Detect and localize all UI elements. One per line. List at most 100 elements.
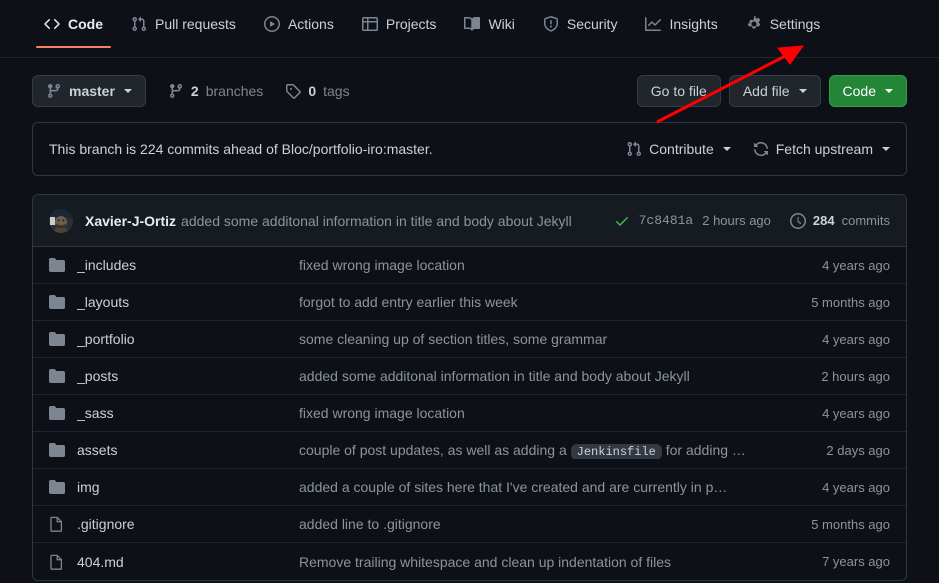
row-commit-message[interactable]: added a couple of sites here that I've c… [299,479,822,495]
history-icon [790,213,806,229]
row-time: 2 hours ago [821,369,890,384]
gear-icon [746,16,762,32]
avatar[interactable] [49,209,73,233]
chevron-down-icon [723,147,731,151]
file-icon [49,516,65,532]
tab-settings[interactable]: Settings [734,0,833,48]
chevron-down-icon [799,89,807,93]
contribute-label: Contribute [649,141,714,157]
commit-author[interactable]: Xavier-J-Ortiz [85,213,176,229]
table-row[interactable]: _posts added some additonal information … [33,358,906,395]
row-commit-message[interactable]: Remove trailing whitespace and clean up … [299,554,822,570]
check-icon[interactable] [614,213,630,229]
row-time: 7 years ago [822,554,890,569]
play-circle-icon [264,16,280,32]
contribute-button[interactable]: Contribute [626,141,731,157]
tab-projects[interactable]: Projects [350,0,449,48]
chevron-down-icon [882,147,890,151]
chevron-down-icon [124,89,132,93]
commits-label: commits [842,213,890,228]
tab-wiki[interactable]: Wiki [452,0,526,48]
table-row[interactable]: _portfolio some cleaning up of section t… [33,321,906,358]
message-pre: couple of post updates, as well as addin… [299,442,571,458]
table-row[interactable]: 404.md Remove trailing whitespace and cl… [33,543,906,580]
commit-message[interactable]: added some additonal information in titl… [181,213,572,229]
code-icon [44,16,60,32]
tab-code[interactable]: Code [32,0,115,48]
file-name[interactable]: img [77,479,299,495]
tab-label: Wiki [488,17,514,31]
fetch-upstream-label: Fetch upstream [776,141,873,157]
file-name[interactable]: assets [77,442,299,458]
tags-link[interactable]: 0 tags [285,83,349,99]
graph-icon [645,16,661,32]
chevron-down-icon [885,89,893,93]
table-row[interactable]: _layouts forgot to add entry earlier thi… [33,284,906,321]
commits-count-link[interactable]: 284 commits [790,213,890,229]
table-row[interactable]: _sass fixed wrong image location 4 years… [33,395,906,432]
row-commit-message[interactable]: added line to .gitignore [299,516,811,532]
inline-code-jenkinsfile: Jenkinsfile [571,444,662,459]
banner-text: This branch is 224 commits ahead of Bloc… [49,141,433,157]
row-time: 4 years ago [822,480,890,495]
row-commit-message[interactable]: forgot to add entry earlier this week [299,294,811,310]
tab-label: Actions [288,17,334,31]
folder-icon [49,405,65,421]
git-branch-icon [168,83,184,99]
row-time: 4 years ago [822,406,890,421]
table-row[interactable]: .gitignore added line to .gitignore 5 mo… [33,506,906,543]
file-listing: Xavier-J-Ortiz added some additonal info… [32,194,907,581]
code-download-button[interactable]: Code [829,75,907,107]
upstream-banner: This branch is 224 commits ahead of Bloc… [32,122,907,176]
message-post: for adding … [662,442,746,458]
latest-commit-header: Xavier-J-Ortiz added some additonal info… [33,195,906,247]
row-time: 4 years ago [822,332,890,347]
file-name[interactable]: 404.md [77,554,299,570]
file-name[interactable]: .gitignore [77,516,299,532]
table-row[interactable]: _includes fixed wrong image location 4 y… [33,247,906,284]
tab-security[interactable]: Security [531,0,630,48]
tab-label: Code [68,17,103,31]
tab-label: Projects [386,17,437,31]
github-repo-page: Code Pull requests Actions Projects Wiki [0,0,939,583]
folder-icon [49,479,65,495]
file-name[interactable]: _layouts [77,294,299,310]
branches-link[interactable]: 2 branches [168,83,263,99]
branch-selector-button[interactable]: master [32,75,146,107]
tags-count: 0 [308,83,316,99]
repo-nav: Code Pull requests Actions Projects Wiki [0,0,939,58]
commit-time: 2 hours ago [702,213,771,228]
fetch-upstream-button[interactable]: Fetch upstream [753,141,890,157]
row-commit-message[interactable]: fixed wrong image location [299,405,822,421]
row-commit-message[interactable]: added some additonal information in titl… [299,368,821,384]
row-commit-message[interactable]: fixed wrong image location [299,257,822,273]
file-name[interactable]: _sass [77,405,299,421]
go-to-file-label: Go to file [651,83,707,99]
shield-icon [543,16,559,32]
book-icon [464,16,480,32]
commit-meta: 7c8481a 2 hours ago 284 commits [614,213,890,229]
row-time: 5 months ago [811,295,890,310]
branches-label: branches [206,83,264,99]
folder-icon [49,294,65,310]
git-pull-request-icon [131,16,147,32]
table-row[interactable]: assets couple of post updates, as well a… [33,432,906,469]
tab-actions[interactable]: Actions [252,0,346,48]
tags-label: tags [323,83,349,99]
folder-icon [49,442,65,458]
table-row[interactable]: img added a couple of sites here that I'… [33,469,906,506]
file-name[interactable]: _posts [77,368,299,384]
tab-insights[interactable]: Insights [633,0,729,48]
row-commit-message[interactable]: some cleaning up of section titles, some… [299,331,822,347]
tab-pull-requests[interactable]: Pull requests [119,0,248,48]
repo-toolbar: master 2 branches 0 tags Go to file Add … [0,58,939,110]
tab-label: Pull requests [155,17,236,31]
go-to-file-button[interactable]: Go to file [637,75,721,107]
folder-icon [49,368,65,384]
add-file-button[interactable]: Add file [729,75,821,107]
file-name[interactable]: _portfolio [77,331,299,347]
commit-sha[interactable]: 7c8481a [639,213,694,228]
tab-label: Security [567,17,618,31]
file-name[interactable]: _includes [77,257,299,273]
row-commit-message[interactable]: couple of post updates, as well as addin… [299,442,826,459]
